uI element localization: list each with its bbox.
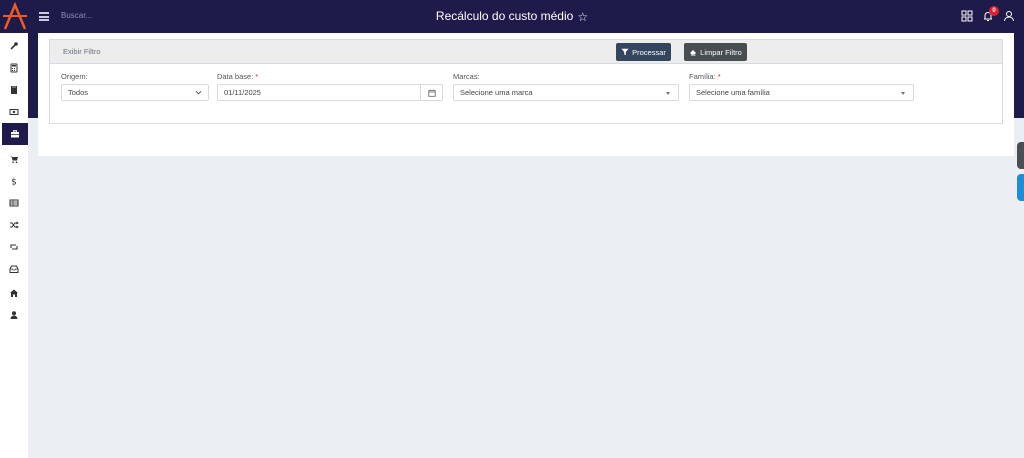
page-title-wrap: Recálculo do custo médio ☆: [0, 9, 1024, 24]
table-icon: [9, 199, 19, 207]
cart-icon: [10, 156, 18, 163]
briefcase-icon: [11, 130, 19, 138]
sidebar-item-billing[interactable]: [0, 101, 28, 123]
clear-filter-button[interactable]: Limpar Filtro: [684, 43, 747, 61]
eraser-icon: [690, 50, 697, 56]
home-icon: [10, 289, 18, 297]
marcas-select[interactable]: Selecione uma marca: [453, 84, 679, 101]
retweet-icon: [10, 244, 18, 250]
sidebar-item-retweet[interactable]: [0, 236, 28, 258]
sidebar: $: [0, 33, 28, 458]
sidebar-item-finance[interactable]: $: [0, 170, 28, 192]
sidebar-item-tools[interactable]: [0, 35, 28, 57]
main-panel: Exibir Filtro Processar Limpar Filtro Or…: [38, 33, 1014, 156]
required-marker: *: [255, 72, 259, 81]
shuffle-icon: [10, 221, 19, 229]
notification-badge: 0: [989, 6, 999, 16]
marcas-label: Marcas:: [453, 72, 480, 81]
clear-filter-button-label: Limpar Filtro: [700, 47, 742, 57]
data-base-label-text: Data base:: [217, 72, 254, 81]
sidebar-item-user[interactable]: [0, 304, 28, 326]
sidebar-item-home[interactable]: [0, 282, 28, 304]
sidebar-item-inbox[interactable]: [0, 258, 28, 280]
sidebar-item-shuffle[interactable]: [0, 214, 28, 236]
sidebar-item-briefcase[interactable]: [2, 123, 28, 145]
sidebar-item-cart[interactable]: [0, 148, 28, 170]
data-base-value: 01/11/2025: [224, 88, 261, 97]
money-bill-icon: [9, 109, 19, 115]
sidebar-item-book[interactable]: [0, 79, 28, 101]
svg-text:$: $: [11, 178, 17, 187]
origem-label-text: Origem:: [61, 72, 88, 81]
user-icon: [10, 311, 18, 319]
origem-select[interactable]: Todos: [61, 84, 209, 101]
origem-label: Origem:: [61, 72, 88, 81]
sidebar-item-table[interactable]: [0, 192, 28, 214]
right-side-tab-blue[interactable]: [1017, 174, 1024, 201]
filter-header[interactable]: Exibir Filtro Processar Limpar Filtro: [50, 40, 1002, 64]
marcas-placeholder: Selecione uma marca: [460, 88, 533, 97]
familia-label: Família: *: [689, 72, 721, 81]
calculator-icon: [10, 63, 18, 73]
date-picker-button[interactable]: [420, 85, 442, 100]
familia-label-text: Família:: [689, 72, 716, 81]
right-side-tab-dark[interactable]: [1017, 142, 1024, 169]
process-button-label: Processar: [632, 47, 666, 57]
inbox-icon: [9, 265, 19, 273]
dollar-icon: $: [11, 178, 17, 187]
user-account-icon[interactable]: [1003, 10, 1015, 22]
familia-select[interactable]: Selecione uma família: [689, 84, 914, 101]
page-title: Recálculo do custo médio: [435, 9, 574, 23]
familia-placeholder: Selecione uma família: [696, 88, 770, 97]
filter-icon: [621, 48, 629, 56]
toggle-filter-label[interactable]: Exibir Filtro: [63, 47, 101, 56]
caret-down-icon: [901, 92, 905, 95]
wrench-icon: [10, 42, 18, 50]
apps-grid-icon[interactable]: [961, 10, 973, 22]
star-icon[interactable]: ☆: [577, 10, 588, 24]
calendar-icon: [427, 89, 436, 97]
filter-card: Exibir Filtro Processar Limpar Filtro Or…: [49, 39, 1003, 124]
origem-select-value: Todos: [68, 88, 89, 97]
sidebar-item-calculator[interactable]: [0, 57, 28, 79]
marcas-label-text: Marcas:: [453, 72, 480, 81]
chevron-down-icon: [195, 90, 202, 95]
process-button[interactable]: Processar: [616, 43, 671, 61]
required-marker: *: [717, 72, 721, 81]
caret-down-icon: [666, 92, 670, 95]
top-bar: Buscar... Recálculo do custo médio ☆ 0: [0, 0, 1024, 33]
data-base-label: Data base: *: [217, 72, 258, 81]
data-base-input[interactable]: 01/11/2025: [217, 84, 443, 101]
book-icon: [11, 86, 17, 94]
